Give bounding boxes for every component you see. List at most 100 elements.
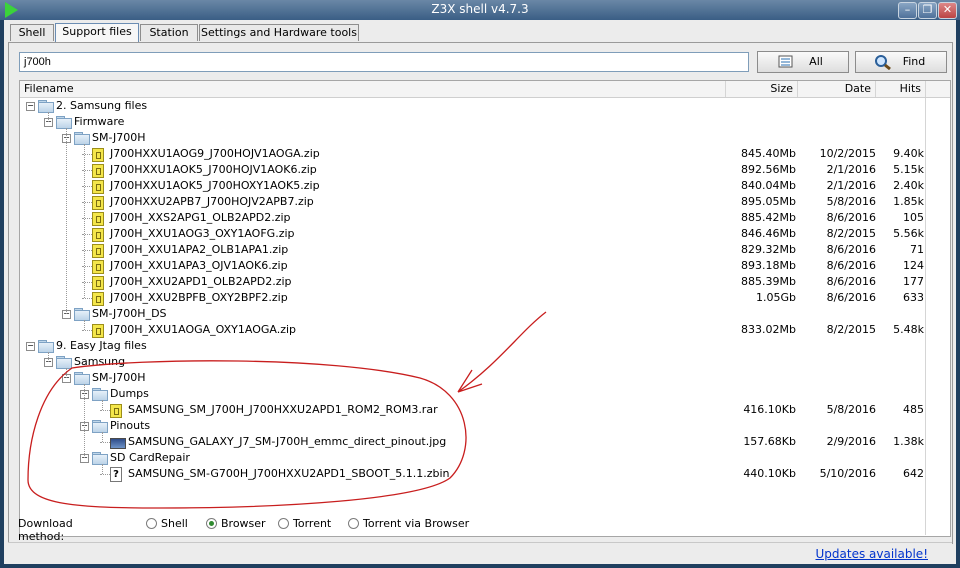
find-button[interactable]: Find (855, 51, 947, 73)
cell-size: 440.10Kb (743, 467, 796, 480)
cell-size: 895.05Mb (741, 195, 796, 208)
cell-size: 416.10Kb (743, 403, 796, 416)
tree-file-row[interactable]: SAMSUNG_GALAXY_J7_SM-J700H_emmc_direct_p… (20, 434, 950, 450)
tree-item-label: 9. Easy Jtag files (56, 339, 147, 352)
close-button[interactable]: ✕ (938, 2, 957, 19)
col-filename[interactable]: Filename (20, 81, 726, 97)
support-files-panel: j700h All Find Filename Size Date Hits −… (8, 42, 953, 544)
tree-file-row[interactable]: J700H_XXS2APG1_OLB2APD2.zip 885.42Mb 8/6/2… (20, 210, 950, 226)
image-file-icon (110, 438, 126, 449)
tree-item-label: Samsung (74, 355, 126, 368)
tab-shell[interactable]: Shell (10, 24, 54, 41)
cell-size: 833.02Mb (741, 323, 796, 336)
cell-hits: 9.40k (893, 147, 924, 160)
download-method-label: Download method: (18, 517, 73, 543)
tree-item-label: SAMSUNG_SM-G700H_J700HXXU2APD1_SBOOT_5.1… (128, 467, 450, 480)
cell-date: 8/6/2016 (826, 259, 876, 272)
cell-size: 892.56Mb (741, 163, 796, 176)
radio-indicator (146, 518, 157, 529)
cell-date: 8/6/2016 (826, 243, 876, 256)
cell-hits: 1.38k (893, 435, 924, 448)
tree-item-label: J700HXXU1AOG9_J700HOJV1AOGA.zip (110, 147, 320, 160)
tree-folder-row[interactable]: − SM-J700H (20, 130, 950, 146)
radio-indicator (206, 518, 217, 529)
folder-icon (92, 420, 108, 433)
cell-date: 8/2/2015 (826, 323, 876, 336)
tree-file-row[interactable]: J700HXXU1AOG9_J700HOJV1AOGA.zip 845.40Mb 1… (20, 146, 950, 162)
cell-date: 2/1/2016 (826, 179, 876, 192)
cell-date: 8/6/2016 (826, 211, 876, 224)
archive-file-icon (92, 164, 104, 178)
updates-available-link[interactable]: Updates available! (816, 547, 929, 561)
tree-file-row[interactable]: J700H_XXU2BPFB_OXY2BPF2.zip 1.05Gb 8/6/201… (20, 290, 950, 306)
col-date[interactable]: Date (798, 81, 876, 97)
cell-hits: 5.48k (893, 323, 924, 336)
radio-browser-label: Browser (221, 517, 266, 530)
tab-support-files[interactable]: Support files (55, 23, 139, 42)
tab-settings-hardware[interactable]: Settings and Hardware tools (199, 24, 359, 41)
column-header: Filename Size Date Hits (20, 81, 950, 98)
cell-date: 8/2/2015 (826, 227, 876, 240)
tree-item-label: J700HXXU2APB7_J700HOJV2APB7.zip (110, 195, 314, 208)
cell-date: 2/1/2016 (826, 163, 876, 176)
cell-hits: 633 (903, 291, 924, 304)
tree-folder-row[interactable]: − 2. Samsung files (20, 98, 950, 114)
archive-file-icon (92, 228, 104, 242)
tree-file-row[interactable]: J700H_XXU1AOG3_OXY1AOFG.zip 846.46Mb 8/2/2… (20, 226, 950, 242)
tree-file-row[interactable]: J700HXXU1AOK5_J700HOXY1AOK5.zip 840.04Mb 2… (20, 178, 950, 194)
restore-button[interactable]: ❐ (918, 2, 937, 19)
window-title: Z3X shell v4.7.3 (431, 2, 529, 16)
tree-file-row[interactable]: J700HXXU2APB7_J700HOJV2APB7.zip 895.05Mb 5… (20, 194, 950, 210)
status-bar: Updates available! (8, 542, 952, 563)
tree-folder-row[interactable]: − Dumps (20, 386, 950, 402)
tree-file-row[interactable]: J700H_XXU2APD1_OLB2APD2.zip 885.39Mb 8/6/2… (20, 274, 950, 290)
tree-folder-row[interactable]: − SD CardRepair (20, 450, 950, 466)
tree-folder-row[interactable]: − Pinouts (20, 418, 950, 434)
cell-size: 1.05Gb (756, 291, 796, 304)
tree-item-label: SM-J700H (92, 131, 146, 144)
archive-file-icon (110, 404, 122, 418)
cell-date: 2/9/2016 (826, 435, 876, 448)
tree-item-label: J700H_XXU2BPFB_OXY2BPF2.zip (110, 291, 288, 304)
collapse-toggle-icon[interactable]: − (26, 102, 35, 111)
tab-station[interactable]: Station (140, 24, 198, 41)
radio-indicator (348, 518, 359, 529)
file-tree-grid[interactable]: Filename Size Date Hits − 2. Samsung file… (19, 80, 951, 537)
cell-size: 893.18Mb (741, 259, 796, 272)
collapse-toggle-icon[interactable]: − (26, 342, 35, 351)
all-button[interactable]: All (757, 51, 849, 73)
cell-size: 829.32Mb (741, 243, 796, 256)
tree-item-label: J700H_XXU1AOG3_OXY1AOFG.zip (110, 227, 295, 240)
tree-folder-row[interactable]: − SM-J700H_DS (20, 306, 950, 322)
tree-folder-row[interactable]: − Samsung (20, 354, 950, 370)
cell-size: 846.46Mb (741, 227, 796, 240)
find-button-label: Find (902, 55, 926, 68)
cell-hits: 177 (903, 275, 924, 288)
tree-file-row[interactable]: J700H_XXU1AOGA_OXY1AOGA.zip 833.02Mb 8/2/2… (20, 322, 950, 338)
tree-folder-row[interactable]: − Firmware (20, 114, 950, 130)
radio-torrent-label: Torrent (293, 517, 332, 530)
tree-item-label: J700HXXU1AOK5_J700HOJV1AOK6.zip (110, 163, 317, 176)
minimize-button[interactable]: – (898, 2, 917, 19)
folder-icon (38, 100, 54, 113)
archive-file-icon (92, 292, 104, 306)
tree-item-label: J700HXXU1AOK5_J700HOXY1AOK5.zip (110, 179, 320, 192)
tree-folder-row[interactable]: − SM-J700H (20, 370, 950, 386)
tree-item-label: SAMSUNG_SM_J700H_J700HXXU2APD1_ROM2_ROM3… (128, 403, 438, 416)
tree-item-label: SM-J700H_DS (92, 307, 167, 320)
cell-hits: 124 (903, 259, 924, 272)
cell-hits: 5.56k (893, 227, 924, 240)
tree-file-row[interactable]: J700H_XXU1APA2_OLB1APA1.zip 829.32Mb 8/6/2… (20, 242, 950, 258)
col-hits[interactable]: Hits (876, 81, 926, 97)
search-input[interactable]: j700h (19, 52, 749, 72)
col-size[interactable]: Size (726, 81, 798, 97)
tree-file-row[interactable]: ? SAMSUNG_SM-G700H_J700HXXU2APD1_SBOOT_5.… (20, 466, 950, 482)
archive-file-icon (92, 148, 104, 162)
tree-file-row[interactable]: SAMSUNG_SM_J700H_J700HXXU2APD1_ROM2_ROM3… (20, 402, 950, 418)
tree-folder-row[interactable]: − 9. Easy Jtag files (20, 338, 950, 354)
main-window: Shell Support files Station Settings and… (4, 20, 956, 564)
tree-file-row[interactable]: J700H_XXU1APA3_OJV1AOK6.zip 893.18Mb 8/6/2… (20, 258, 950, 274)
folder-icon (74, 308, 90, 321)
cell-hits: 485 (903, 403, 924, 416)
tree-file-row[interactable]: J700HXXU1AOK5_J700HOJV1AOK6.zip 892.56Mb 2… (20, 162, 950, 178)
